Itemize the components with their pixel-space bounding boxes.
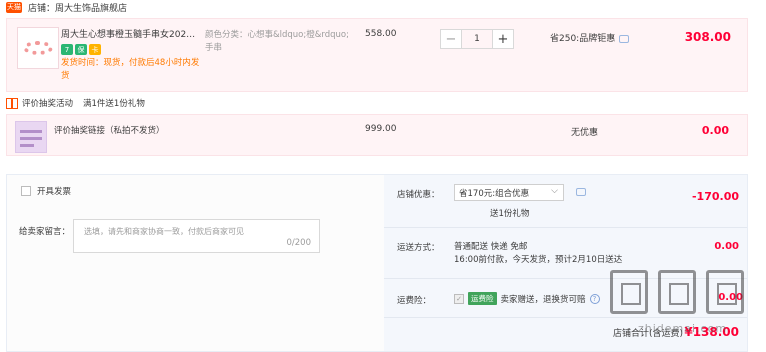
shipping-time-note: 发货时间：现货，付款后48小时内发货 <box>61 58 200 81</box>
coupon-label: 店铺优惠： <box>397 190 440 200</box>
divider <box>384 227 747 228</box>
increase-quantity-button[interactable]: + <box>492 29 514 49</box>
sku-info: 颜色分类：心想事&ldquo;橙&rdquo;手串 <box>205 30 349 53</box>
message-field[interactable]: 选填，请先和商家协商一致，付款后商家可见 0/200 <box>73 219 320 253</box>
promo-rule: 满1件送1份礼物 <box>83 99 145 109</box>
chevron-down-icon: ⌵ <box>551 186 558 196</box>
bracelet-image <box>23 41 53 55</box>
product-title-link[interactable]: 周大生心想事橙玉髓手串女202… <box>61 29 201 42</box>
decrease-quantity-button[interactable]: − <box>440 29 462 49</box>
order-options: 开具发票 给卖家留言： 选填，请先和商家协商一致，付款后商家可见 0/200 店… <box>6 174 748 352</box>
service-icons: 7 保 卡 <box>61 44 101 55</box>
help-icon[interactable]: ? <box>589 293 600 304</box>
quantity-input[interactable]: 1 <box>462 29 492 49</box>
gift-thumbnail-stripe <box>20 130 42 133</box>
quantity-stepper: − 1 + <box>440 29 514 49</box>
card-icon: 卡 <box>89 44 101 55</box>
divider <box>384 278 747 279</box>
order-item-row: 周大生心想事橙玉髓手串女202… 7 保 卡 发货时间：现货，付款后48小时内发… <box>6 18 748 92</box>
message-placeholder: 选填，请先和商家协商一致，付款后商家可见 <box>84 227 244 236</box>
shop-total-label: 店铺合计(含运费) <box>613 329 684 339</box>
chat-icon[interactable] <box>619 34 630 43</box>
item-subtotal: 308.00 <box>684 30 731 44</box>
coupon-selected-value: 省170元:组合优惠 <box>459 188 530 199</box>
gift-subtotal: 0.00 <box>701 124 729 137</box>
insurance-text: 卖家赠送，退换货可赔 <box>500 294 586 305</box>
message-label: 给卖家留言： <box>19 227 71 237</box>
guarantee-icon: 保 <box>75 44 87 55</box>
coupon-amount: -170.00 <box>691 190 739 203</box>
store-header: 天猫 店铺：周大生饰品旗舰店 <box>0 0 766 14</box>
gift-discount: 无优惠 <box>571 128 599 138</box>
invoice-label: 开具发票 <box>37 187 72 197</box>
coupon-select[interactable]: 省170元:组合优惠 ⌵ <box>454 184 564 201</box>
gift-thumbnail-stripe <box>20 144 34 147</box>
order-summary-panel: 店铺优惠： 省170元:组合优惠 ⌵ 送1份礼物 -170.00 运送方式： 普… <box>384 175 747 351</box>
insurance-checkbox: ✓ <box>454 293 464 304</box>
shipping-amount: 0.00 <box>714 241 739 252</box>
shipping-eta: 16:00前付款，今天发货，预计2月10日送达 <box>454 255 623 265</box>
shipping-method-line: 普通配送 快递 免邮 <box>454 242 528 252</box>
item-discount-text: 省250:品牌钜惠 <box>550 34 616 44</box>
tmall-store-icon: 天猫 <box>6 1 22 13</box>
gift-thumbnail[interactable] <box>15 121 47 153</box>
gift-icon <box>6 97 18 109</box>
divider <box>384 317 747 318</box>
message-char-count: 0/200 <box>286 238 312 248</box>
invoice-option[interactable]: 开具发票 <box>21 185 71 197</box>
shipping-method: 普通配送 快递 免邮 16:00前付款，今天发货，预计2月10日送达 <box>454 241 622 267</box>
gift-title-link[interactable]: 评价抽奖链接（私拍不发货） <box>54 124 165 136</box>
chat-icon[interactable] <box>576 188 586 196</box>
store-name-link[interactable]: 店铺：周大生饰品旗舰店 <box>28 1 127 14</box>
shop-total-amount: ¥138.00 <box>684 325 739 339</box>
seven-day-return-icon: 7 <box>61 44 73 55</box>
shipping-label: 运送方式： <box>397 243 440 253</box>
insurance-badge: 运费险 <box>468 292 497 305</box>
unit-price: 558.00 <box>365 29 397 39</box>
gift-unit-price: 999.00 <box>365 124 397 134</box>
coupon-gift-note: 送1份礼物 <box>490 209 530 219</box>
item-discount: 省250:品牌钜惠 <box>550 31 630 44</box>
gift-thumbnail-stripe <box>20 137 42 140</box>
product-thumbnail[interactable] <box>17 27 59 69</box>
promo-activity: 评价抽奖活动 满1件送1份礼物 <box>6 97 145 109</box>
insurance-amount: 0.00 <box>718 292 743 303</box>
promo-name: 评价抽奖活动 <box>22 99 74 109</box>
insurance-option: ✓ 运费险 卖家赠送，退换货可赔 ? <box>454 292 600 305</box>
invoice-checkbox[interactable] <box>21 186 31 196</box>
gift-item-row: 评价抽奖链接（私拍不发货） 999.00 无优惠 0.00 <box>6 114 748 156</box>
insurance-label: 运费险： <box>397 296 432 306</box>
